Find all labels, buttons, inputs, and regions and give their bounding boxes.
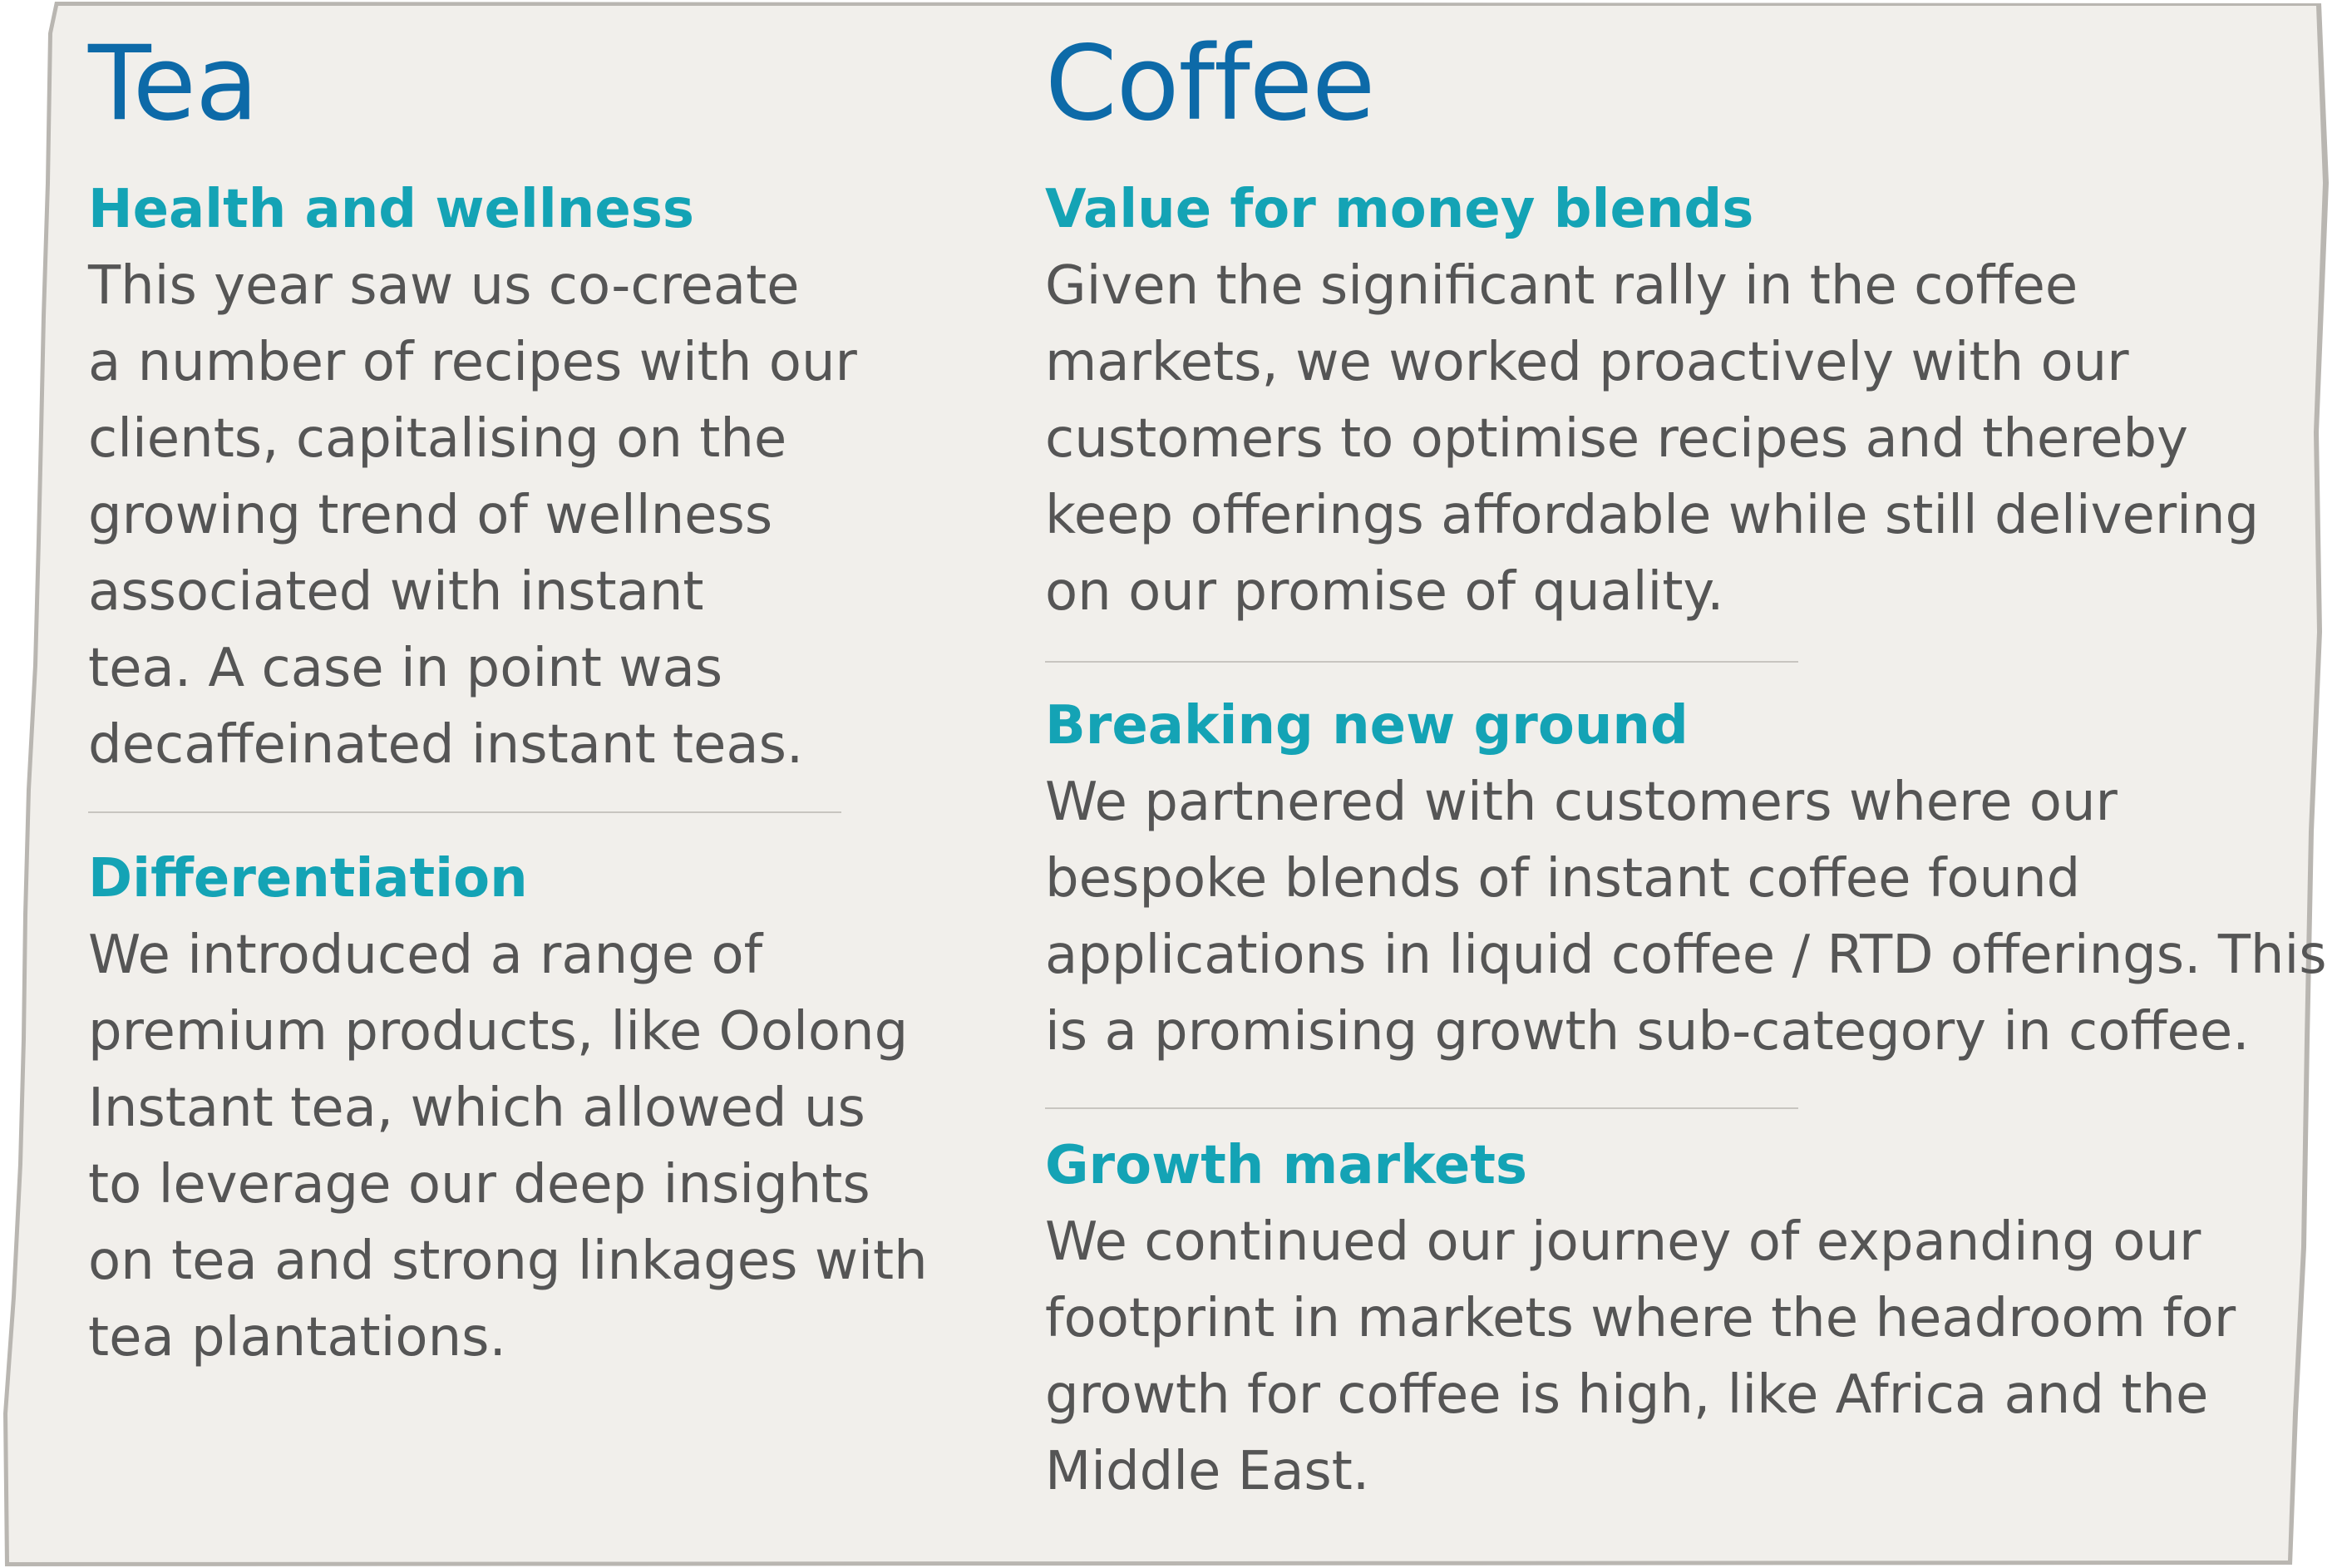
body-line: This year saw us co-create	[88, 255, 800, 317]
section-heading: Value for money blends	[1045, 179, 1754, 240]
infographic-panel: Tea Health and wellness This year saw us…	[0, 0, 2342, 1568]
section-heading: Differentiation	[88, 848, 528, 910]
section-heading: Breaking new ground	[1045, 695, 1689, 757]
body-line: on our promise of quality.	[1045, 561, 1724, 623]
body-line: on tea and strong linkages with	[88, 1230, 928, 1292]
section-heading: Health and wellness	[88, 179, 694, 240]
body-line: customers to optimise recipes and thereb…	[1045, 408, 2188, 470]
body-line: Instant tea, which allowed us	[88, 1077, 865, 1139]
body-line: growing trend of wellness	[88, 485, 773, 546]
body-line: to leverage our deep insights	[88, 1154, 870, 1215]
body-line: bespoke blends of instant coffee found	[1045, 848, 2081, 910]
section-body: We continued our journey of expanding ou…	[1045, 1204, 2236, 1510]
body-line: markets, we worked proactively with our	[1045, 332, 2129, 393]
body-line: Given the significant rally in the coffe…	[1045, 255, 2078, 317]
section-divider	[1045, 1107, 1798, 1109]
body-line: We partnered with customers where our	[1045, 772, 2118, 833]
body-line: tea. A case in point was	[88, 638, 723, 699]
body-line: premium products, like Oolong	[88, 1001, 909, 1063]
tea-title: Tea	[88, 24, 259, 144]
coffee-section-new-ground: Breaking new ground We partnered with cu…	[1045, 688, 2327, 1070]
body-line: applications in liquid coffee / RTD offe…	[1045, 925, 2327, 986]
body-line: decaffeinated instant teas.	[88, 714, 804, 776]
body-line: Middle East.	[1045, 1441, 1370, 1502]
body-line: We continued our journey of expanding ou…	[1045, 1211, 2201, 1273]
section-heading: Growth markets	[1045, 1135, 1527, 1196]
coffee-section-value-blends: Value for money blends Given the signifi…	[1045, 171, 2259, 630]
section-body: We introduced a range of premium product…	[88, 917, 928, 1376]
tea-section-health: Health and wellness This year saw us co-…	[88, 171, 857, 783]
body-line: We introduced a range of	[88, 925, 763, 986]
section-divider	[88, 811, 841, 813]
tea-section-differentiation: Differentiation We introduced a range of…	[88, 841, 928, 1376]
body-line: associated with instant	[88, 561, 704, 623]
body-line: keep offerings affordable while still de…	[1045, 485, 2260, 546]
section-body: Given the significant rally in the coffe…	[1045, 248, 2259, 630]
body-line: footprint in markets where the headroom …	[1045, 1288, 2236, 1349]
section-divider	[1045, 661, 1798, 663]
body-line: is a promising growth sub-category in co…	[1045, 1001, 2250, 1063]
body-line: tea plantations.	[88, 1307, 506, 1368]
body-line: clients, capitalising on the	[88, 408, 787, 470]
coffee-section-growth-markets: Growth markets We continued our journey …	[1045, 1127, 2236, 1510]
body-line: a number of recipes with our	[88, 332, 857, 393]
coffee-title: Coffee	[1045, 24, 1375, 144]
section-body: This year saw us co-create a number of r…	[88, 248, 857, 783]
body-line: growth for coffee is high, like Africa a…	[1045, 1364, 2209, 1426]
section-body: We partnered with customers where our be…	[1045, 764, 2327, 1070]
